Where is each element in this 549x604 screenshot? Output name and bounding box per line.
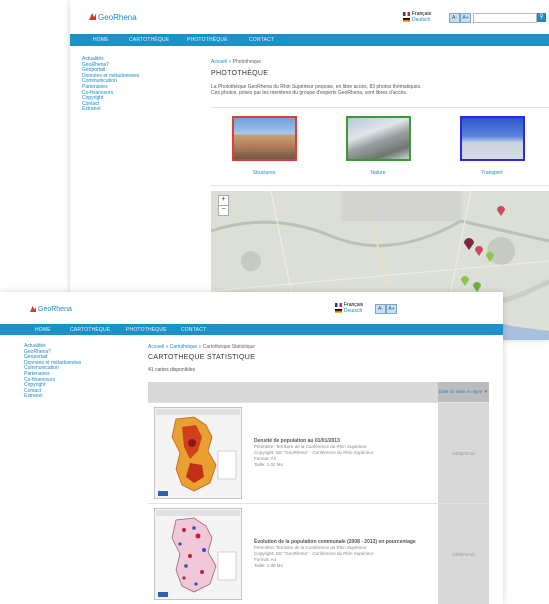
nav-contact[interactable]: CONTACT <box>249 37 274 43</box>
map-date: 04/02/2016 <box>438 503 489 604</box>
nav-cartotheque[interactable]: CARTOTHÈQUE <box>70 327 110 333</box>
breadcrumb-cartotheque[interactable]: Cartothèque <box>170 344 198 350</box>
map-marker-icon[interactable] <box>486 249 494 267</box>
sidebar-menu: Actualités GeoRhena? Géoportail Données … <box>24 343 81 400</box>
category-structures[interactable]: Structures <box>224 116 304 176</box>
nav-contact[interactable]: CONTACT <box>181 327 206 333</box>
breadcrumb-home[interactable]: Accueil <box>211 59 227 65</box>
lang-de[interactable]: Deutsch <box>403 17 431 23</box>
breadcrumb: Accueil » Photothèque <box>211 59 262 65</box>
nav-phototheque[interactable]: PHOTOTHÈQUE <box>187 37 228 43</box>
font-increase-button[interactable]: A+ <box>386 304 397 314</box>
map-marker-icon[interactable] <box>464 237 474 255</box>
font-increase-button[interactable]: A+ <box>460 13 471 23</box>
category-transport-photo <box>459 116 525 161</box>
sidebar-item-extranet[interactable]: Extranet <box>24 394 81 400</box>
font-decrease-button[interactable]: A- <box>449 13 460 23</box>
logo-icon <box>88 8 97 26</box>
breadcrumb-current: Cartothèque Statistique <box>202 344 256 350</box>
sort-by-date-button[interactable]: Date de mise en ligne ▼ <box>438 382 489 403</box>
map-thumbnail[interactable] <box>154 508 242 600</box>
map-marker-icon[interactable] <box>497 203 505 221</box>
map-date: 04/02/2016 <box>438 402 489 504</box>
category-nature-photo <box>345 116 411 161</box>
nav-phototheque[interactable]: PHOTOTHÈQUE <box>126 327 167 333</box>
phototheque-screenshot: GeoRhena Français Deutsch A- A+ ⚲ HOME C… <box>70 0 549 340</box>
search-input[interactable] <box>473 13 537 23</box>
category-nature[interactable]: Nature <box>338 116 418 176</box>
table-header: Date de mise en ligne ▼ <box>148 382 489 403</box>
map-marker-icon[interactable] <box>475 243 483 261</box>
search-icon[interactable]: ⚲ <box>537 13 546 22</box>
nav-home[interactable]: HOME <box>35 327 51 333</box>
lang-de[interactable]: Deutsch <box>335 308 363 314</box>
maps-table: Date de mise en ligne ▼ Densité de popul… <box>148 382 489 604</box>
table-row[interactable]: Évolution de la population communale (20… <box>148 503 489 604</box>
breadcrumb-home[interactable]: Accueil <box>148 344 164 350</box>
category-transport[interactable]: Transport <box>452 116 532 176</box>
breadcrumb-current: Photothèque <box>232 59 262 65</box>
logo-icon <box>29 300 37 318</box>
map-count: 41 cartes disponibles <box>148 367 195 373</box>
sidebar-menu: Actualités GeoRhena? Géoportail Données … <box>82 56 139 113</box>
breadcrumb: Accueil » Cartothèque » Cartothèque Stat… <box>148 344 256 350</box>
table-row[interactable]: Densité de population au 01/01/2013 Péri… <box>148 402 489 504</box>
site-name: GeoRhena <box>98 12 137 22</box>
main-nav: HOME CARTOTHÈQUE PHOTOTHÈQUE CONTACT <box>0 324 503 335</box>
language-switcher: Français Deutsch <box>403 11 431 23</box>
site-logo[interactable]: GeoRhena <box>29 300 72 318</box>
language-switcher: Français Deutsch <box>335 302 363 314</box>
category-structures-photo <box>231 116 297 161</box>
nav-home[interactable]: HOME <box>93 37 109 43</box>
page-title: PHOTOTHÈQUE <box>211 70 269 77</box>
site-name: GeoRhena <box>38 305 72 313</box>
map-marker-icon[interactable] <box>461 273 469 291</box>
font-decrease-button[interactable]: A- <box>375 304 386 314</box>
map-zoom-out-button[interactable]: − <box>218 205 229 216</box>
page-title: CARTOTHEQUE STATISTIQUE <box>148 354 256 361</box>
nav-cartotheque[interactable]: CARTOTHÈQUE <box>129 37 169 43</box>
population-change-map-image <box>154 508 242 600</box>
density-map-image <box>154 407 242 499</box>
page-intro: La Photothèque GeoRhena du Rhin Supérieu… <box>211 84 422 96</box>
cartotheque-screenshot: GeoRhena Français Deutsch A- A+ HOME CAR… <box>0 292 503 604</box>
main-nav: HOME CARTOTHÈQUE PHOTOTHÈQUE CONTACT <box>70 34 549 46</box>
map-thumbnail[interactable] <box>154 407 242 499</box>
site-logo[interactable]: GeoRhena <box>88 8 137 26</box>
sidebar-item-extranet[interactable]: Extranet <box>82 107 139 113</box>
